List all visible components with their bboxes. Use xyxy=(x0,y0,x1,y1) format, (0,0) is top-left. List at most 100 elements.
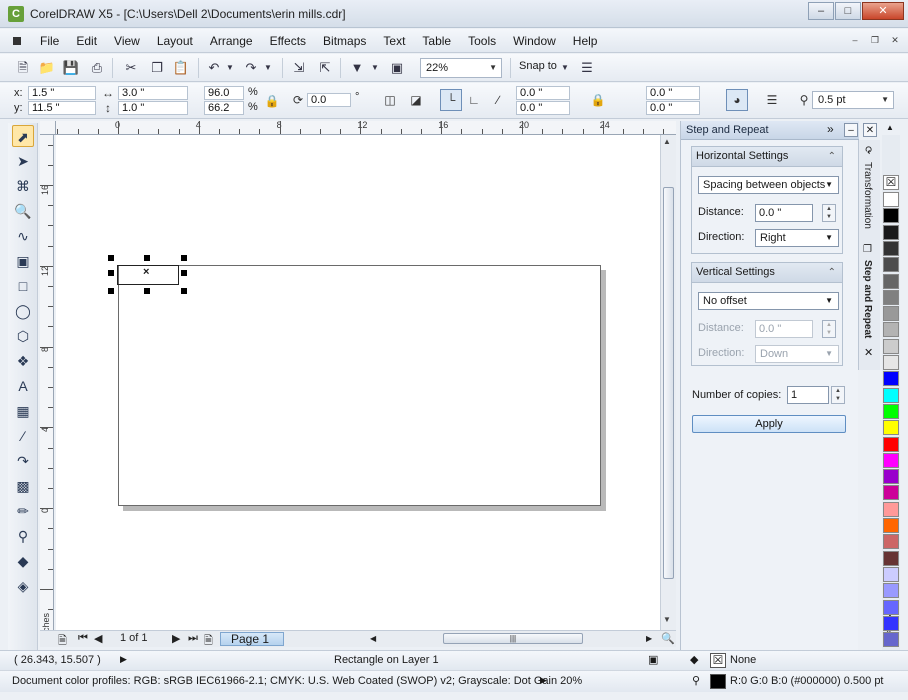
interactive-fill-tool-icon[interactable]: ◈ xyxy=(12,575,34,597)
menu-layout[interactable]: Layout xyxy=(157,34,193,48)
palette-swatch[interactable] xyxy=(883,485,899,501)
docker-close-button[interactable]: ✕ xyxy=(863,123,877,137)
crop-tool-icon[interactable]: ⌘ xyxy=(12,175,34,197)
palette-swatch[interactable] xyxy=(883,550,899,566)
rotation-angle-field[interactable]: 0.0 xyxy=(307,93,351,107)
corner-radius-top-right-field[interactable]: 0.0 " xyxy=(646,86,700,100)
palette-swatch[interactable] xyxy=(883,599,899,615)
doc-close-button[interactable]: ✕ xyxy=(888,34,902,47)
selection-handle[interactable] xyxy=(181,270,187,276)
palette-swatch[interactable] xyxy=(883,452,899,468)
palette-swatch[interactable] xyxy=(883,403,899,419)
connector-tool-icon[interactable]: ↷ xyxy=(12,450,34,472)
export-icon[interactable]: ⇱ xyxy=(316,59,334,77)
options-icon[interactable]: ☰ xyxy=(578,59,596,77)
print-icon[interactable]: ⎙ xyxy=(88,59,106,77)
palette-swatch[interactable] xyxy=(883,338,899,354)
scale-width-field[interactable]: 96.0 xyxy=(204,86,244,100)
paste-icon[interactable]: 📋 xyxy=(172,59,190,77)
undo-icon[interactable]: ↶ xyxy=(205,59,223,77)
number-of-copies-field[interactable]: 1 xyxy=(787,386,829,404)
round-corner-icon[interactable]: └ xyxy=(440,89,462,111)
palette-swatch[interactable] xyxy=(883,208,899,224)
copy-icon[interactable]: ❐ xyxy=(148,59,166,77)
palette-swatch[interactable] xyxy=(883,306,899,322)
open-folder-icon[interactable]: 📁 xyxy=(38,59,56,77)
palette-swatch[interactable] xyxy=(883,273,899,289)
scale-height-field[interactable]: 66.2 xyxy=(204,101,244,115)
smart-fill-tool-icon[interactable]: ▣ xyxy=(12,250,34,272)
palette-swatch[interactable] xyxy=(883,355,899,370)
corner-radius-bottom-right-field[interactable]: 0.0 " xyxy=(646,101,700,115)
horizontal-mode-select[interactable]: Spacing between objects ▼ xyxy=(698,176,839,194)
rasterize-icon[interactable]: ▣ xyxy=(648,653,658,666)
fill-none-swatch[interactable]: ☒ xyxy=(710,653,726,668)
menu-effects[interactable]: Effects xyxy=(270,34,306,48)
palette-swatch[interactable] xyxy=(883,615,899,631)
palette-swatch[interactable] xyxy=(883,322,899,338)
no-color-swatch[interactable]: ☒ xyxy=(883,175,899,190)
lock-ratio-icon[interactable]: 🔒 xyxy=(264,93,280,109)
palette-swatch[interactable] xyxy=(883,566,899,582)
docker-expand-icon[interactable]: » xyxy=(827,122,834,136)
mirror-horizontal-icon[interactable]: ◫ xyxy=(382,92,398,108)
doc-minimize-button[interactable]: – xyxy=(848,34,862,47)
first-page-icon[interactable]: ⏮ xyxy=(78,632,88,645)
docker-minimize-button[interactable]: – xyxy=(844,123,858,137)
step-and-repeat-tab[interactable]: Step and Repeat xyxy=(862,260,873,338)
basic-shapes-tool-icon[interactable]: ❖ xyxy=(12,350,34,372)
ellipse-tool-icon[interactable]: ◯ xyxy=(12,300,34,322)
last-page-icon[interactable]: ⏭ xyxy=(188,632,198,645)
palette-swatch[interactable] xyxy=(883,371,899,387)
vertical-scroll-thumb[interactable] xyxy=(663,187,674,579)
selection-handle[interactable] xyxy=(108,288,114,294)
mirror-vertical-icon[interactable]: ◪ xyxy=(408,92,424,108)
corner-radius-top-left-field[interactable]: 0.0 " xyxy=(516,86,570,100)
color-profiles-info[interactable]: Document color profiles: RGB: sRGB IEC61… xyxy=(12,675,582,687)
new-document-icon[interactable]: 🗎 xyxy=(14,59,32,77)
rectangle-tool-icon[interactable]: □ xyxy=(12,275,34,297)
zoom-level-select[interactable]: 22% ▼ xyxy=(420,58,502,78)
palette-swatch[interactable] xyxy=(883,469,899,485)
palette-swatch[interactable] xyxy=(883,632,899,648)
menu-window[interactable]: Window xyxy=(513,34,556,48)
x-position-field[interactable]: 1.5 " xyxy=(28,86,96,100)
corner-radius-bottom-left-field[interactable]: 0.0 " xyxy=(516,101,570,115)
collapse-icon[interactable]: ⌃ xyxy=(828,147,836,166)
palette-swatch[interactable] xyxy=(883,289,899,305)
table-tool-icon[interactable]: ▦ xyxy=(12,400,34,422)
cut-icon[interactable]: ✂ xyxy=(122,59,140,77)
object-width-field[interactable]: 3.0 " xyxy=(118,86,188,100)
object-height-field[interactable]: 1.0 " xyxy=(118,101,188,115)
step-repeat-tab-icon[interactable]: ❐ xyxy=(862,244,873,255)
collapse-icon[interactable]: ⌃ xyxy=(828,263,836,282)
scroll-down-icon[interactable]: ▼ xyxy=(663,615,671,624)
snap-to-dropdown-icon[interactable]: ▼ xyxy=(560,59,570,77)
document-control-icon[interactable] xyxy=(10,33,24,49)
coreldraw-app-icon[interactable]: C xyxy=(8,6,24,22)
maximize-window-button[interactable]: □ xyxy=(835,2,861,20)
horizontal-distance-field[interactable]: 0.0 " xyxy=(755,204,813,222)
lock-corners-icon[interactable]: 🔒 xyxy=(590,92,606,108)
redo-icon[interactable]: ↷ xyxy=(242,59,260,77)
navigator-zoom-icon[interactable]: 🔍 xyxy=(661,632,675,645)
horizontal-distance-spinner[interactable]: ▲ ▼ xyxy=(822,204,836,222)
application-launcher-icon[interactable]: ▼ xyxy=(348,59,366,77)
palette-scroll-up-icon[interactable]: ▲ xyxy=(886,123,894,132)
insert-page-before-icon[interactable]: 🗎 xyxy=(58,632,67,651)
number-of-copies-spinner[interactable]: ▲ ▼ xyxy=(831,386,845,404)
palette-swatch[interactable] xyxy=(883,387,899,403)
polygon-tool-icon[interactable]: ⬡ xyxy=(12,325,34,347)
page-1-tab[interactable]: Page 1 xyxy=(220,632,284,646)
minimize-window-button[interactable]: – xyxy=(808,2,834,20)
close-window-button[interactable]: ✕ xyxy=(862,2,904,20)
palette-swatch[interactable] xyxy=(883,501,899,517)
selection-handle[interactable] xyxy=(144,255,150,261)
menu-edit[interactable]: Edit xyxy=(76,34,97,48)
menu-arrange[interactable]: Arrange xyxy=(210,34,253,48)
selection-handle[interactable] xyxy=(144,288,150,294)
insert-page-after-icon[interactable]: 🗎 xyxy=(204,632,213,651)
horizontal-ruler[interactable]: inches 04812162024 xyxy=(56,121,676,135)
redo-dropdown-icon[interactable]: ▼ xyxy=(263,59,273,77)
vertical-mode-select[interactable]: No offset ▼ xyxy=(698,292,839,310)
